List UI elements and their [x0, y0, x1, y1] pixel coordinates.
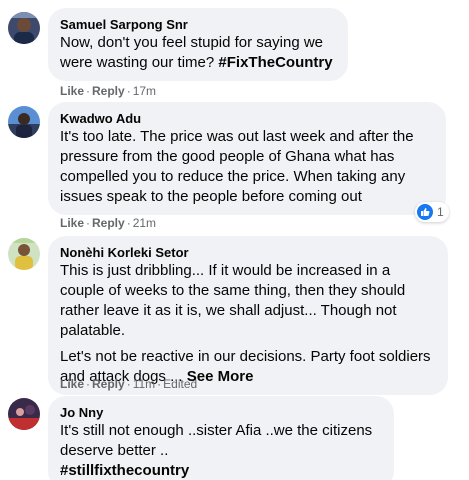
comment-actions: Like · Reply · 21m	[60, 216, 157, 230]
comment-text: It's still not enough ..sister Afia ..we…	[60, 421, 382, 480]
comment-text: It's too late. The price was out last we…	[60, 128, 414, 205]
comment-timestamp[interactable]: 21m	[133, 216, 156, 230]
avatar[interactable]	[8, 12, 40, 44]
reply-button[interactable]: Reply	[92, 84, 125, 98]
comment-bubble: Samuel Sarpong Snr Now, don't you feel s…	[48, 8, 348, 81]
avatar[interactable]	[8, 106, 40, 138]
comment-actions: Like · Reply · 11m · Edited	[60, 377, 198, 391]
like-button[interactable]: Like	[60, 377, 84, 391]
reply-button[interactable]: Reply	[92, 377, 125, 391]
hashtag-link[interactable]: #stillfixthecountry	[60, 461, 382, 480]
comment-author[interactable]: Jo Nny	[60, 404, 382, 421]
comment-bubble: Nonèhi Korleki Setor This is just dribbl…	[48, 236, 448, 395]
like-button[interactable]: Like	[60, 216, 84, 230]
reaction-count: 1	[437, 205, 444, 219]
comment-timestamp[interactable]: 11m	[133, 377, 155, 391]
comment-bubble: Kwadwo Adu It's too late. The price was …	[48, 102, 446, 215]
avatar[interactable]	[8, 238, 40, 270]
edited-label: Edited	[163, 377, 198, 391]
reaction-summary[interactable]: 1	[415, 202, 449, 222]
comment-actions: Like · Reply · 17m	[60, 84, 157, 98]
comment-author[interactable]: Nonèhi Korleki Setor	[60, 244, 436, 261]
comment-author[interactable]: Samuel Sarpong Snr	[60, 16, 336, 33]
reply-button[interactable]: Reply	[92, 216, 125, 230]
comment-timestamp[interactable]: 17m	[133, 84, 156, 98]
hashtag-link[interactable]: #FixTheCountry	[218, 54, 332, 71]
like-button[interactable]: Like	[60, 84, 84, 98]
comment-author[interactable]: Kwadwo Adu	[60, 110, 434, 127]
avatar[interactable]	[8, 398, 40, 430]
comment-text: Now, don't you feel stupid for saying we…	[60, 34, 333, 71]
comment-text: This is just dribbling... If it would be…	[60, 262, 431, 385]
comment-bubble: Jo Nny It's still not enough ..sister Af…	[48, 396, 394, 480]
thumbs-up-icon	[417, 204, 433, 220]
